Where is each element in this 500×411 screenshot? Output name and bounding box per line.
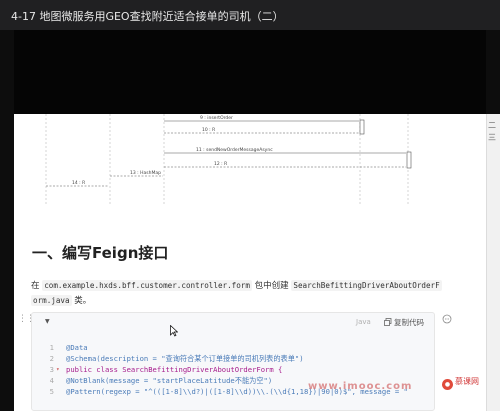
code-language: Java — [356, 318, 371, 326]
code-block: ▼ Java 复制代码 1 @Data 2 @Schema(descriptio… — [31, 312, 435, 411]
para-suffix: 类。 — [74, 296, 92, 306]
code-text: @Schema(description = "查询符合某个订单接单的司机列表的表… — [66, 354, 304, 363]
line-number: 5 — [49, 387, 54, 396]
diagram-label: 9 : insertOrder — [200, 115, 233, 121]
diagram-label: 14 : R — [72, 180, 85, 186]
collapse-caret-icon[interactable]: ▼ — [45, 318, 50, 325]
instruction-paragraph-cont: orm.java 类。 — [31, 294, 91, 306]
line-number: 4 — [49, 376, 54, 385]
comment-icon[interactable] — [442, 314, 452, 324]
outline-item[interactable]: 三 — [488, 132, 496, 143]
instruction-paragraph: 在 com.example.hxds.bff.customer.controll… — [31, 279, 442, 291]
sequence-diagram: 9 : insertOrder 10 : R 11 : sendNewOrder… — [45, 114, 412, 204]
outline-item[interactable]: 二 — [488, 120, 496, 131]
line-number: 3 — [49, 365, 54, 374]
section-heading: 一、编写Feign接口 — [32, 244, 169, 262]
para-middle: 包中创建 — [254, 281, 289, 291]
copy-code-label: 复制代码 — [394, 318, 424, 327]
diagram-label: 11 : sendNewOrderMessageAsync — [196, 147, 273, 153]
code-block-header: ▼ Java 复制代码 — [32, 313, 434, 329]
class-code: SearchBefittingDriverAboutOrderF — [291, 280, 442, 291]
video-title-bar: 4-17 地图微服务用GEO查找附近适合接单的司机（二） — [0, 0, 500, 30]
document-page: 9 : insertOrder 10 : R 11 : sendNewOrder… — [14, 114, 486, 411]
letterbox-area — [14, 30, 486, 114]
code-line: 2 @Schema(description = "查询符合某个订单接单的司机列表… — [32, 354, 434, 365]
copy-icon — [384, 318, 392, 326]
video-title: 4-17 地图微服务用GEO查找附近适合接单的司机（二） — [11, 10, 284, 23]
code-text: @Data — [66, 343, 88, 352]
diagram-label: 13 : HashMap — [130, 170, 161, 176]
watermark-text: www.imooc.com — [308, 381, 413, 392]
diagram-label: 12 : R — [214, 161, 227, 167]
logo-mark-icon: ● — [442, 379, 453, 390]
code-text: @NotBlank(message = "startPlaceLatitude不… — [66, 376, 273, 385]
site-logo: ● 慕课网 — [442, 376, 492, 392]
logo-text: 慕课网 — [455, 377, 479, 386]
mouse-cursor-icon — [170, 325, 178, 337]
outline-strip[interactable]: 二 三 — [486, 114, 500, 411]
line-number: 1 — [49, 343, 54, 352]
package-code: com.example.hxds.bff.customer.controller… — [42, 280, 252, 291]
fold-toggle-icon[interactable]: ▾ — [56, 366, 60, 373]
code-line: 1 @Data — [32, 343, 434, 354]
diagram-label: 10 : R — [202, 127, 215, 133]
class-code-cont: orm.java — [31, 295, 72, 306]
copy-code-button[interactable]: 复制代码 — [384, 317, 424, 328]
code-line: 3 ▾ public class SearchBefittingDriverAb… — [32, 365, 434, 376]
para-prefix: 在 — [31, 281, 40, 291]
line-number: 2 — [49, 354, 54, 363]
code-text: public class SearchBefittingDriverAboutO… — [66, 365, 283, 374]
